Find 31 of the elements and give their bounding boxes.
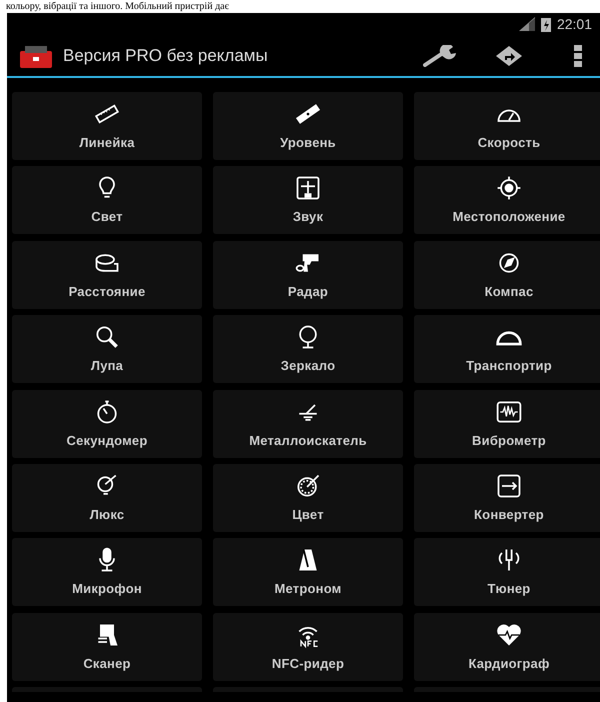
tool-tile[interactable]: Скорость [414, 92, 600, 160]
tool-tile[interactable]: Цвет [213, 464, 403, 532]
tool-tile[interactable]: Метроном [213, 538, 403, 606]
unit-converter-icon [495, 472, 523, 500]
tool-tile[interactable]: Микрофон [12, 538, 202, 606]
tool-tile[interactable]: Тюнер [414, 538, 600, 606]
tool-tile[interactable]: Виброметр [414, 390, 600, 458]
article-text: кольору, вібрації та іншого. Мобільний пристрій дає [5, 0, 229, 13]
tool-tile[interactable]: NFC-ридер [213, 612, 403, 681]
app-title: Версия PRO без рекламы [63, 46, 269, 66]
tool-tile[interactable]: Звук [213, 166, 403, 234]
tool-tile[interactable]: Металлоискатель [213, 390, 403, 458]
target-icon [495, 174, 523, 202]
tool-tile[interactable]: Радар [213, 240, 403, 309]
tool-tile[interactable]: Местоположение [414, 166, 600, 234]
tool-tile[interactable]: Секундомер [12, 390, 202, 458]
tool-tile[interactable]: Расстояние [12, 240, 202, 309]
tool-tile[interactable]: Уровень [213, 92, 403, 160]
tool-tile[interactable]: Лупа [12, 315, 202, 384]
tool-tile[interactable]: Сканер [12, 612, 202, 681]
tool-tile[interactable]: Зеркало [213, 315, 403, 384]
clock-time: 22:01 [556, 16, 592, 32]
tool-tile[interactable]: Транспортир [414, 315, 600, 384]
tool-tile[interactable]: Компас [414, 240, 600, 309]
tool-tile[interactable]: Линейка [12, 92, 202, 160]
tool-tile[interactable]: Конвертер [414, 464, 600, 532]
tool-tile[interactable]: Люкс [12, 464, 202, 532]
signal-icon [518, 17, 535, 31]
tool-tile[interactable]: Свет [12, 166, 202, 234]
battery-icon [540, 16, 551, 32]
tool-tile[interactable]: Кардиограф [414, 612, 600, 681]
